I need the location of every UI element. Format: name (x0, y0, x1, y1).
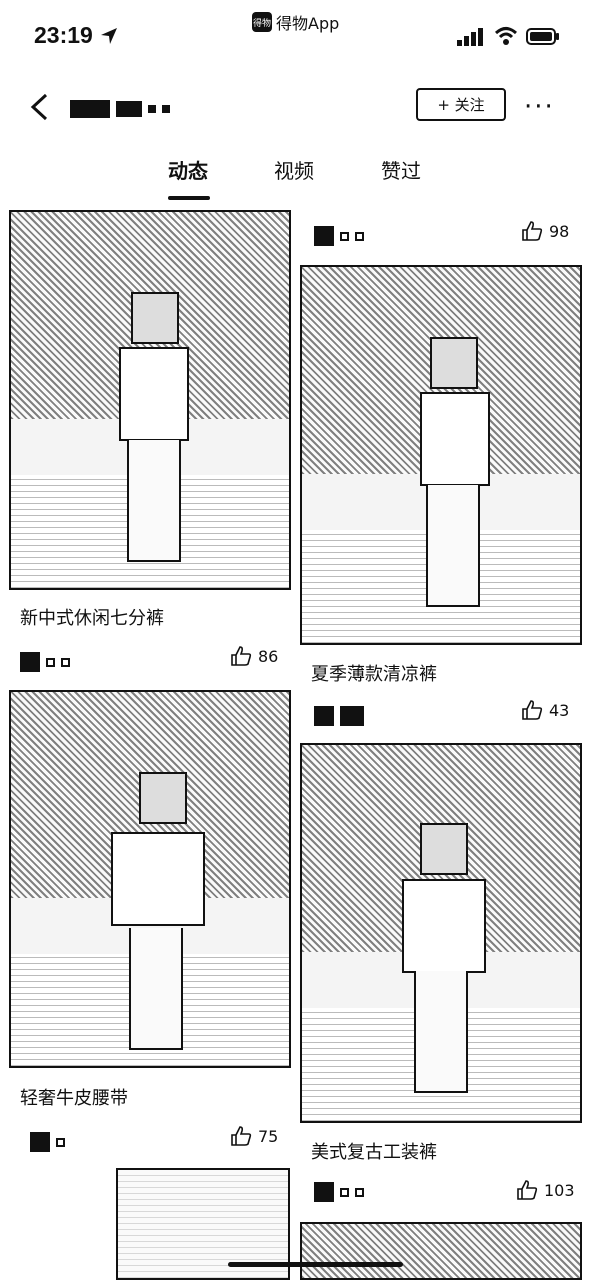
avatar (314, 1182, 334, 1202)
like-count: 43 (549, 700, 570, 720)
battery-icon (526, 28, 559, 45)
post-image[interactable] (300, 265, 582, 645)
like-count: 103 (544, 1180, 575, 1200)
status-time: 23:19 (34, 22, 93, 48)
like-count: 75 (258, 1126, 279, 1146)
post-image[interactable] (9, 210, 291, 590)
more-options-icon[interactable]: ··· (524, 92, 555, 122)
like-button[interactable]: 103 (516, 1180, 575, 1200)
tab-liked[interactable]: 赞过 (381, 155, 421, 184)
post-title[interactable]: 新中式休闲七分裤 (20, 604, 164, 630)
thumbs-up-icon (231, 1126, 252, 1146)
post-image[interactable] (9, 690, 291, 1068)
avatar (314, 706, 334, 726)
thumbs-up-icon (522, 221, 543, 241)
post-author[interactable] (30, 1132, 65, 1152)
avatar (30, 1132, 50, 1152)
location-arrow-icon (101, 28, 117, 44)
app-logo-icon: 得物 (252, 12, 272, 32)
tab-dynamic[interactable]: 动态 (168, 155, 208, 184)
active-tab-indicator (168, 196, 210, 200)
thumbs-up-icon (522, 700, 543, 720)
avatar (20, 652, 40, 672)
like-button[interactable]: 98 (521, 221, 569, 241)
like-button[interactable]: 75 (230, 1126, 278, 1146)
like-count: 86 (258, 646, 279, 666)
avatar (314, 226, 334, 246)
cellular-signal-icon (457, 28, 483, 46)
post-image[interactable] (300, 1222, 582, 1280)
like-button[interactable]: 86 (230, 646, 278, 666)
post-title[interactable]: 轻奢牛皮腰带 (20, 1084, 128, 1110)
thumbs-up-icon (517, 1180, 538, 1200)
profile-username-masked (70, 100, 170, 118)
like-button[interactable]: 43 (521, 700, 569, 720)
home-indicator (228, 1262, 403, 1267)
post-title[interactable]: 夏季薄款清凉裤 (311, 660, 437, 686)
post-title[interactable]: 美式复古工装裤 (311, 1138, 437, 1164)
tab-video[interactable]: 视频 (274, 155, 314, 184)
follow-button[interactable]: + 关注 (416, 88, 506, 121)
post-author[interactable] (314, 706, 364, 726)
return-app-label: 得物App (276, 14, 340, 33)
thumbs-up-icon (231, 646, 252, 666)
post-author[interactable] (314, 226, 364, 246)
post-author[interactable] (314, 1182, 364, 1202)
return-to-app[interactable]: 得物 得物App (252, 10, 339, 34)
wifi-icon (494, 27, 518, 45)
back-arrow-icon[interactable] (28, 92, 50, 122)
post-image[interactable] (300, 743, 582, 1123)
like-count: 98 (549, 221, 570, 241)
post-author[interactable] (20, 652, 70, 672)
